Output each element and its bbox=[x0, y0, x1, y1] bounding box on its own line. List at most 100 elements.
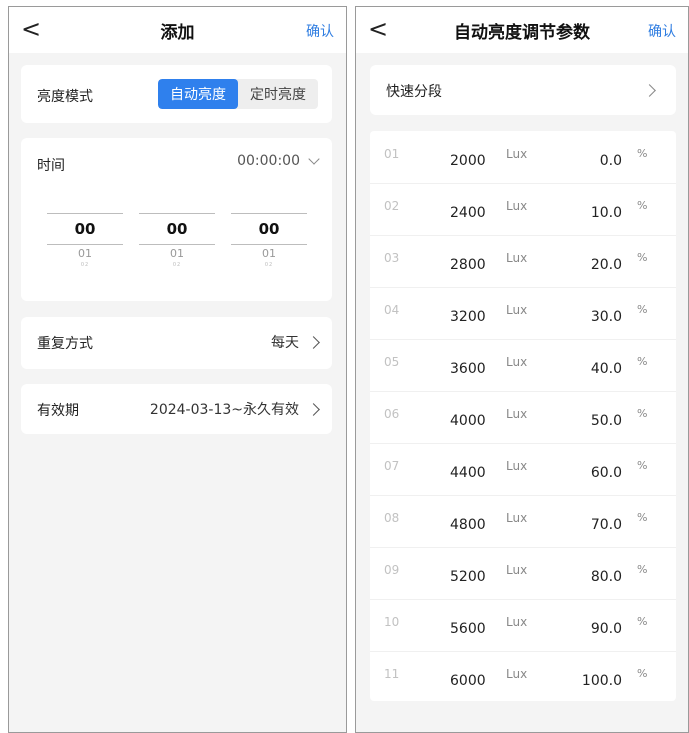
lux-unit: Lux bbox=[506, 303, 528, 317]
percent-value[interactable]: 70.0 bbox=[591, 517, 622, 533]
brightness-mode-card: 亮度模式 自动亮度 定时亮度 bbox=[21, 65, 332, 123]
table-row[interactable]: 02 2400 Lux 10.0% bbox=[370, 183, 676, 236]
lux-value[interactable]: 2800 bbox=[450, 257, 486, 273]
lux-value[interactable]: 4000 bbox=[450, 413, 486, 429]
chevron-right-icon bbox=[307, 402, 320, 416]
row-index: 08 bbox=[384, 511, 400, 525]
chevron-down-icon bbox=[308, 153, 320, 165]
table-row[interactable]: 07 4400 Lux 60.0% bbox=[370, 443, 676, 496]
lux-unit: Lux bbox=[506, 459, 528, 473]
repeat-label: 重复方式 bbox=[37, 336, 93, 352]
table-row[interactable]: 08 4800 Lux 70.0% bbox=[370, 495, 676, 548]
seconds-picker[interactable]: 00 01 02 bbox=[231, 213, 307, 269]
hours-selected: 00 bbox=[74, 220, 96, 238]
minutes-next: 01 bbox=[170, 247, 184, 260]
lux-unit: Lux bbox=[506, 563, 528, 577]
table-row[interactable]: 03 2800 Lux 20.0% bbox=[370, 235, 676, 288]
quick-segment-row[interactable]: 快速分段 bbox=[370, 65, 676, 115]
lux-unit: Lux bbox=[506, 147, 528, 161]
page-title: 添加 bbox=[160, 22, 195, 43]
percent-unit: % bbox=[637, 251, 648, 264]
percent-unit: % bbox=[637, 147, 648, 160]
table-row[interactable]: 04 3200 Lux 30.0% bbox=[370, 287, 676, 340]
table-row[interactable]: 11 6000 Lux 100.0% bbox=[370, 651, 676, 703]
params-table: 01 2000 Lux 0.0% 02 2400 Lux 10.0% 03 2800 Lux 20.0… bbox=[370, 131, 676, 701]
percent-value[interactable]: 0.0 bbox=[600, 153, 622, 169]
percent-unit: % bbox=[637, 511, 648, 524]
minutes-picker[interactable]: 00 01 02 bbox=[139, 213, 215, 269]
percent-unit: % bbox=[637, 303, 648, 316]
row-index: 10 bbox=[384, 615, 400, 629]
row-index: 02 bbox=[384, 199, 400, 213]
seconds-selected: 00 bbox=[258, 220, 280, 238]
repeat-value: 每天 bbox=[271, 335, 299, 351]
lux-value[interactable]: 2000 bbox=[450, 153, 486, 169]
table-row[interactable]: 10 5600 Lux 90.0% bbox=[370, 599, 676, 652]
back-button[interactable]: < bbox=[21, 16, 41, 42]
row-index: 03 bbox=[384, 251, 400, 265]
table-row[interactable]: 09 5200 Lux 80.0% bbox=[370, 547, 676, 600]
lux-value[interactable]: 5600 bbox=[450, 621, 486, 637]
percent-unit: % bbox=[637, 355, 648, 368]
lux-unit: Lux bbox=[506, 251, 528, 265]
percent-value[interactable]: 30.0 bbox=[591, 309, 622, 325]
lux-value[interactable]: 4800 bbox=[450, 517, 486, 533]
minutes-next2: 02 bbox=[172, 262, 182, 268]
back-button[interactable]: < bbox=[368, 16, 388, 42]
add-schedule-screen: < 添加 确认 亮度模式 自动亮度 定时亮度 时间 00:00:00 00 01… bbox=[8, 6, 347, 733]
time-value: 00:00:00 bbox=[237, 153, 300, 169]
nav-bar: < 自动亮度调节参数 确认 bbox=[356, 7, 688, 53]
time-card: 时间 00:00:00 00 01 02 00 01 02 00 01 02 bbox=[21, 138, 332, 301]
percent-value[interactable]: 50.0 bbox=[591, 413, 622, 429]
time-value-dropdown[interactable]: 00:00:00 bbox=[237, 153, 320, 169]
percent-value[interactable]: 10.0 bbox=[591, 205, 622, 221]
percent-unit: % bbox=[637, 407, 648, 420]
lux-value[interactable]: 4400 bbox=[450, 465, 486, 481]
minutes-selected: 00 bbox=[166, 220, 188, 238]
percent-value[interactable]: 80.0 bbox=[591, 569, 622, 585]
hours-picker[interactable]: 00 01 02 bbox=[47, 213, 123, 269]
percent-value[interactable]: 90.0 bbox=[591, 621, 622, 637]
brightness-mode-segmented: 自动亮度 定时亮度 bbox=[158, 79, 318, 109]
confirm-button[interactable]: 确认 bbox=[648, 21, 676, 41]
hours-next2: 02 bbox=[80, 262, 90, 268]
lux-unit: Lux bbox=[506, 511, 528, 525]
lux-unit: Lux bbox=[506, 615, 528, 629]
lux-value[interactable]: 2400 bbox=[450, 205, 486, 221]
page-title: 自动亮度调节参数 bbox=[454, 22, 590, 43]
quick-segment-label: 快速分段 bbox=[386, 84, 442, 100]
lux-value[interactable]: 5200 bbox=[450, 569, 486, 585]
segment-auto-brightness[interactable]: 自动亮度 bbox=[158, 79, 238, 109]
table-row[interactable]: 05 3600 Lux 40.0% bbox=[370, 339, 676, 392]
percent-value[interactable]: 60.0 bbox=[591, 465, 622, 481]
seconds-next: 01 bbox=[262, 247, 276, 260]
percent-unit: % bbox=[637, 563, 648, 576]
lux-value[interactable]: 3200 bbox=[450, 309, 486, 325]
lux-unit: Lux bbox=[506, 407, 528, 421]
time-label: 时间 bbox=[37, 158, 65, 174]
percent-unit: % bbox=[637, 199, 648, 212]
validity-row[interactable]: 有效期 2024-03-13~永久有效 bbox=[21, 384, 332, 434]
percent-value[interactable]: 40.0 bbox=[591, 361, 622, 377]
lux-value[interactable]: 3600 bbox=[450, 361, 486, 377]
repeat-row[interactable]: 重复方式 每天 bbox=[21, 317, 332, 369]
percent-value[interactable]: 20.0 bbox=[591, 257, 622, 273]
segment-timed-brightness[interactable]: 定时亮度 bbox=[238, 79, 318, 109]
row-index: 07 bbox=[384, 459, 400, 473]
percent-value[interactable]: 100.0 bbox=[582, 673, 622, 689]
brightness-mode-label: 亮度模式 bbox=[37, 89, 93, 105]
row-index: 05 bbox=[384, 355, 400, 369]
row-index: 11 bbox=[384, 667, 400, 681]
validity-value: 2024-03-13~永久有效 bbox=[149, 402, 299, 418]
lux-unit: Lux bbox=[506, 667, 528, 681]
confirm-button[interactable]: 确认 bbox=[306, 21, 334, 41]
lux-value[interactable]: 6000 bbox=[450, 673, 486, 689]
row-index: 01 bbox=[384, 147, 400, 161]
nav-bar: < 添加 确认 bbox=[9, 7, 346, 53]
table-row[interactable]: 06 4000 Lux 50.0% bbox=[370, 391, 676, 444]
auto-brightness-params-screen: < 自动亮度调节参数 确认 快速分段 01 2000 Lux 0.0% 02 2400 Lu… bbox=[355, 6, 689, 733]
table-row[interactable]: 01 2000 Lux 0.0% bbox=[370, 131, 676, 184]
lux-unit: Lux bbox=[506, 199, 528, 213]
validity-label: 有效期 bbox=[37, 403, 79, 419]
chevron-right-icon bbox=[643, 84, 656, 97]
